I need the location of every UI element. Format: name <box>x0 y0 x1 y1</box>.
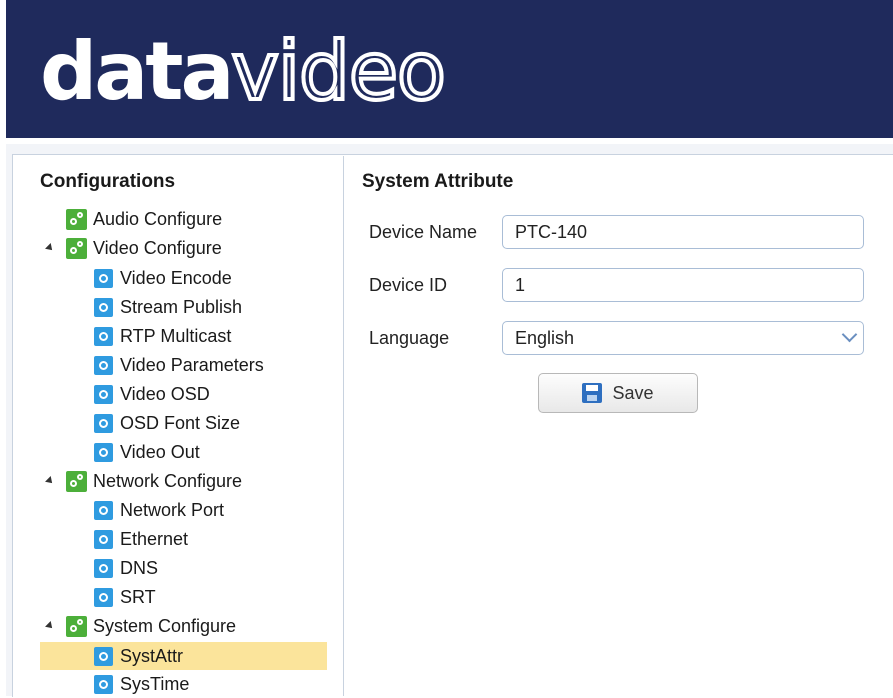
tree-item-ethernet[interactable]: Ethernet <box>94 525 188 553</box>
tree-item-label: Video Configure <box>93 237 222 258</box>
tree-item-dns[interactable]: DNS <box>94 554 158 582</box>
device-id-label: Device ID <box>369 275 448 295</box>
tree-item-rtp-multicast[interactable]: RTP Multicast <box>94 322 231 350</box>
gear-icon <box>94 297 113 317</box>
gear-icon <box>94 500 113 520</box>
settings-group-icon <box>66 237 87 259</box>
tree-item-network-configure[interactable]: Network Configure <box>45 467 243 495</box>
tree-item-osd-font-size[interactable]: OSD Font Size <box>94 409 240 437</box>
device-name-label: Device Name <box>369 222 478 242</box>
device-name-field[interactable]: PTC-140 <box>502 215 864 249</box>
gear-icon <box>94 558 113 578</box>
tree-item-label: Video OSD <box>120 383 210 404</box>
device-id-value: 1 <box>515 274 526 295</box>
brand-banner: datavideo <box>6 0 893 138</box>
tree-item-label: RTP Multicast <box>120 325 232 346</box>
gear-icon <box>94 268 113 288</box>
language-select[interactable]: English <box>502 321 864 355</box>
language-label: Language <box>369 328 450 348</box>
tree-item-label: SystAttr <box>120 645 184 666</box>
gear-icon <box>94 413 113 433</box>
save-button-label: Save <box>612 382 654 403</box>
tree-item-label: Video Encode <box>120 267 232 288</box>
tree-item-network-port[interactable]: Network Port <box>94 496 224 524</box>
panel-divider <box>343 156 344 696</box>
settings-group-icon <box>66 208 87 230</box>
tree-item-video-osd[interactable]: Video OSD <box>94 380 210 408</box>
tree-item-video-configure[interactable]: Video Configure <box>45 234 222 262</box>
tree-item-label: Stream Publish <box>120 296 243 317</box>
chevron-down-icon <box>841 326 858 343</box>
tree-item-label: Network Port <box>120 499 225 520</box>
tree-item-label: OSD Font Size <box>120 412 241 433</box>
gear-icon <box>94 587 113 607</box>
section-title: System Attribute <box>362 171 514 192</box>
tree-item-label: SRT <box>120 586 156 607</box>
logo-bold-text: data <box>40 25 234 118</box>
gear-icon <box>94 384 113 404</box>
tree-item-video-parameters[interactable]: Video Parameters <box>94 351 264 379</box>
settings-group-icon <box>66 470 87 492</box>
gear-icon <box>94 646 113 666</box>
sidebar-title: Configurations <box>40 171 176 192</box>
language-value: English <box>515 327 575 348</box>
tree-item-stream-publish[interactable]: Stream Publish <box>94 293 242 321</box>
tree-item-label: System Configure <box>93 615 237 636</box>
tree-item-system-configure[interactable]: System Configure <box>45 612 237 640</box>
tree-item-label: Audio Configure <box>93 208 223 229</box>
header: datavideo <box>0 0 893 144</box>
tree-item-label: Video Out <box>120 441 200 462</box>
device-id-field[interactable]: 1 <box>502 268 864 302</box>
device-name-value: PTC-140 <box>515 221 588 242</box>
gear-icon <box>94 326 113 346</box>
tree-item-audio-configure[interactable]: Audio Configure <box>66 205 222 233</box>
gear-icon <box>94 674 113 694</box>
tree-item-video-encode[interactable]: Video Encode <box>94 264 232 292</box>
tree-item-label: Video Parameters <box>120 354 264 375</box>
tree-item-label: Ethernet <box>120 528 189 549</box>
expand-arrow-icon[interactable] <box>45 621 55 631</box>
tree-item-label: DNS <box>120 557 159 578</box>
expand-arrow-icon[interactable] <box>45 243 55 253</box>
floppy-disk-icon <box>582 383 603 403</box>
tree-item-srt[interactable]: SRT <box>94 583 156 611</box>
settings-group-icon <box>66 615 87 637</box>
expand-arrow-icon[interactable] <box>45 476 55 486</box>
tree-item-video-out[interactable]: Video Out <box>94 438 200 466</box>
datavideo-logo: datavideo <box>40 22 448 122</box>
save-button[interactable]: Save <box>538 373 698 413</box>
gear-icon <box>94 355 113 375</box>
tree-item-label: SysTime <box>120 673 190 694</box>
logo-light-text: video <box>229 23 448 120</box>
tree-item-systime[interactable]: SysTime <box>94 670 189 698</box>
tree-item-systattr[interactable]: SystAttr <box>40 642 327 670</box>
gear-icon <box>94 529 113 549</box>
tree-item-label: Network Configure <box>93 470 243 491</box>
gear-icon <box>94 442 113 462</box>
